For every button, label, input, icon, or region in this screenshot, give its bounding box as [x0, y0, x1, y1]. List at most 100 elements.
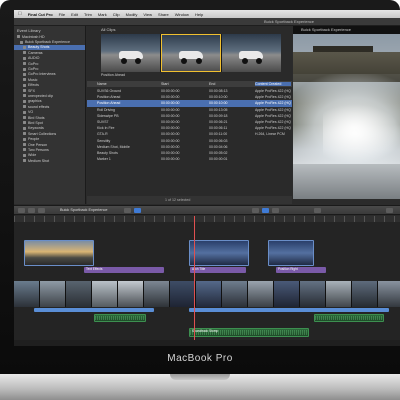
menu-window[interactable]: Window — [175, 12, 189, 17]
library-item[interactable]: Medium Shot — [14, 158, 85, 163]
laptop-opening-notch — [170, 374, 230, 380]
column-start[interactable]: Start — [161, 82, 209, 86]
menu-file[interactable]: File — [59, 12, 65, 17]
library-item-label: unexpected clip — [28, 93, 53, 98]
event-library: Event Library Macintosh HD Buick Sportbac… — [14, 26, 86, 204]
zoom-button[interactable] — [314, 208, 321, 213]
menu-share[interactable]: Share — [158, 12, 169, 17]
library-item-label: Buick Sportback Experience — [25, 40, 70, 45]
clip-name: Beauty Shots — [97, 150, 118, 155]
event-icon — [23, 143, 26, 146]
index-button[interactable] — [18, 208, 25, 213]
browser-filter[interactable]: All Clips — [101, 27, 115, 32]
clip-start: 00:00:00:00 — [161, 132, 180, 137]
soundtrack-label: Soundtrack Stomp — [192, 329, 219, 333]
clip-start: 00:00:00:00 — [161, 157, 180, 162]
library-item-label: graphics — [28, 99, 42, 104]
library-item-label: GoPro Interviews — [28, 72, 56, 77]
event-icon — [20, 40, 23, 44]
clip-end: 00:00:11:00 — [209, 132, 228, 137]
clip-appearance-button[interactable] — [386, 208, 393, 213]
column-name[interactable]: Name — [87, 82, 161, 86]
window-title: Buick Sportback Experience — [264, 19, 315, 24]
clip-info: Apple ProRes 422 (HQ), Timecode — [255, 95, 291, 100]
clip-end: 00:00:08:13 — [209, 89, 228, 94]
filmstrip-thumb[interactable] — [221, 34, 281, 72]
clip-start: 00:00:00:00 — [161, 150, 180, 155]
menu-app-name[interactable]: Final Cut Pro — [28, 12, 53, 17]
menu-help[interactable]: Help — [195, 12, 203, 17]
clip-name: Position Ahead — [97, 101, 121, 106]
viewer-controls[interactable] — [293, 199, 400, 204]
browser-row[interactable]: Marker 1 00:00:00:00 00:00:00:01 — [87, 156, 292, 162]
title-clip[interactable]: Position Right — [276, 267, 326, 273]
library-item-label: AUDIO — [28, 56, 40, 61]
clip-name: Sideswipe PB — [97, 113, 119, 118]
library-item-label: GoPro — [28, 67, 39, 72]
connected-clip[interactable] — [24, 240, 94, 266]
connected-clip[interactable] — [189, 240, 249, 266]
primary-storyline[interactable] — [14, 281, 400, 307]
audio-skimming-button[interactable] — [262, 208, 269, 213]
timeline-ruler[interactable] — [14, 216, 400, 222]
event-icon — [23, 126, 26, 130]
title-clip[interactable]: Text Effects — [84, 267, 164, 273]
event-icon — [23, 137, 26, 141]
select-tool-button[interactable] — [124, 208, 131, 213]
audio-clip[interactable] — [34, 308, 154, 312]
title-clip-label: Position Right — [278, 267, 298, 271]
apple-menu-icon[interactable]:  — [18, 11, 22, 17]
event-icon — [23, 105, 26, 109]
menu-trim[interactable]: Trim — [84, 12, 92, 17]
clip-end: 00:00:06:11 — [209, 126, 228, 131]
title-clip[interactable]: Arch Title — [190, 267, 246, 273]
clip-name: SUVS7 — [97, 120, 109, 125]
clip-end: 00:00:13:05 — [209, 107, 228, 112]
filmstrip-thumb[interactable] — [161, 34, 221, 72]
clip-start: 00:00:00:00 — [161, 113, 180, 118]
menu-edit[interactable]: Edit — [71, 12, 78, 17]
library-item-label: Smart Collections — [28, 131, 57, 136]
library-item-label: Cameras — [28, 50, 43, 55]
clip-info: Apple ProRes 422 (HQ), Timecode — [255, 107, 291, 112]
filmstrip[interactable] — [101, 34, 281, 72]
clip-end: 00:00:10:00 — [209, 95, 228, 100]
timeline: Text Effects Arch Title Position Right S… — [14, 216, 400, 346]
event-icon — [23, 116, 26, 120]
audio-clip[interactable] — [189, 308, 389, 312]
event-icon — [23, 110, 26, 114]
skimming-button[interactable] — [252, 208, 259, 213]
library-item-label: Two Persons — [28, 147, 49, 152]
back-button[interactable] — [28, 208, 35, 213]
menu-modify[interactable]: Modify — [126, 12, 138, 17]
clip-start: 00:00:00:00 — [161, 95, 180, 100]
menu-view[interactable]: View — [143, 12, 152, 17]
audio-clip[interactable] — [314, 314, 384, 322]
menu-clip[interactable]: Clip — [113, 12, 120, 17]
clip-start: 00:00:00:00 — [161, 101, 180, 106]
library-item-label: Wide — [28, 153, 37, 158]
clip-start: 00:00:00:00 — [161, 126, 180, 131]
filmstrip-thumb[interactable] — [101, 34, 161, 72]
clip-name: Sensitity — [97, 138, 111, 143]
column-content-created[interactable]: Content Created — [255, 82, 291, 86]
forward-button[interactable] — [38, 208, 45, 213]
library-item-label: One Person — [28, 142, 48, 147]
event-icon — [23, 94, 26, 98]
clip-end: 00:00:06:03 — [209, 138, 228, 143]
audio-clip[interactable] — [94, 314, 146, 322]
clip-end: 00:00:05:02 — [209, 150, 228, 155]
event-icon — [17, 35, 20, 39]
event-icon — [23, 56, 26, 60]
menu-mark[interactable]: Mark — [98, 12, 107, 17]
event-icon — [23, 51, 26, 55]
menu-bar:  Final Cut Pro File Edit Trim Mark Clip… — [14, 10, 400, 18]
event-icon — [23, 45, 26, 49]
column-end[interactable]: End — [209, 82, 255, 86]
connected-clip[interactable] — [268, 240, 314, 266]
solo-button[interactable] — [272, 208, 279, 213]
soundtrack-clip[interactable]: Soundtrack Stomp — [189, 328, 309, 337]
playhead[interactable] — [194, 216, 195, 346]
snapping-button[interactable] — [134, 208, 141, 213]
library-item-label: People — [28, 137, 40, 142]
